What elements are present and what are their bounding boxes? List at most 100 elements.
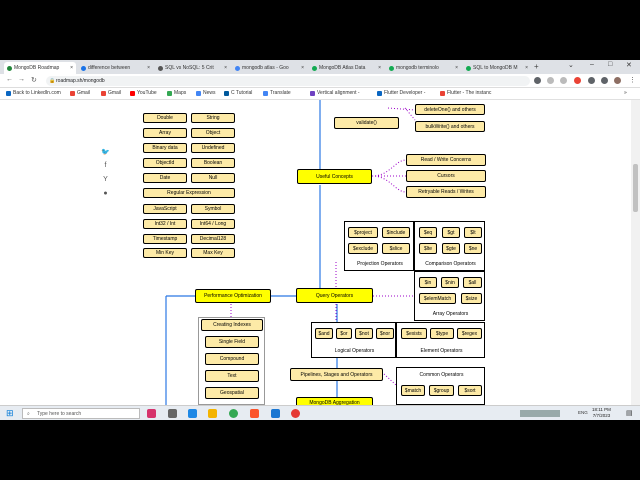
clock[interactable]: 18:11 PM 7/7/2023	[592, 407, 611, 419]
tab-mongodb-roadmap[interactable]: MongoDB Roadmap ×	[4, 62, 76, 74]
tab-mongodb-atlas-data[interactable]: MongoDB Atlas Data ×	[309, 62, 384, 74]
datatype-min-key[interactable]: Min Key	[143, 248, 187, 258]
bookmark-flutter-developer[interactable]: Flutter Developer -	[377, 90, 425, 96]
tab-mongodb-terminology[interactable]: mongodb terminolo ×	[386, 62, 461, 74]
node-creating-indexes[interactable]: Creating Indexes	[201, 319, 263, 331]
recorder-icon[interactable]	[291, 409, 300, 418]
op-lte[interactable]: $lte	[419, 243, 437, 254]
datatype-timestamp[interactable]: Timestamp	[143, 234, 187, 244]
extensions-puzzle-icon[interactable]	[588, 77, 595, 84]
datatype-object[interactable]: Object	[191, 128, 235, 138]
tab-difference-between[interactable]: difference between ×	[78, 62, 153, 74]
bookmark-youtube[interactable]: YouTube	[130, 90, 157, 96]
close-icon[interactable]: ×	[523, 65, 528, 71]
url-field[interactable]: 🔒 roadmap.sh/mongodb	[46, 76, 530, 86]
op-gte[interactable]: $gte	[442, 243, 460, 254]
facebook-icon[interactable]: f	[101, 161, 110, 170]
op-sort[interactable]: $sort	[458, 385, 482, 396]
chrome-icon[interactable]	[229, 409, 238, 418]
node-useful-concepts[interactable]: Useful Concepts	[297, 169, 372, 184]
datatype-boolean[interactable]: Boolean	[191, 158, 235, 168]
tab-sql-vs-nosql[interactable]: SQL vs NoSQL: 5 Crit ×	[155, 62, 230, 74]
node-deleteone[interactable]: deleteOne() and others	[415, 104, 485, 115]
bookmark-maps[interactable]: Maps	[167, 90, 186, 96]
bookmark-gmail-2[interactable]: Gmail	[101, 90, 121, 96]
datatype-array[interactable]: Array	[143, 128, 187, 138]
brave-icon[interactable]	[250, 409, 259, 418]
twitter-icon[interactable]: 🐦	[101, 147, 110, 156]
hackernews-icon[interactable]: Y	[101, 175, 110, 184]
datatype-binary-data[interactable]: Binary data	[143, 143, 187, 153]
datatype-javascript[interactable]: JavaScript	[143, 204, 187, 214]
reload-icon[interactable]: ↻	[31, 76, 37, 84]
language-indicator[interactable]: ENG	[578, 410, 588, 415]
op-size[interactable]: $size	[461, 293, 482, 304]
datatype-regular-expression[interactable]: Regular Expression	[143, 188, 235, 198]
bookmark-linkedin[interactable]: Back to LinkedIn.com	[6, 90, 61, 96]
edge-icon[interactable]	[188, 409, 197, 418]
datatype-decimal128[interactable]: Decimal128	[191, 234, 235, 244]
datatype-null[interactable]: Null	[191, 173, 235, 183]
window-close-icon[interactable]: ✕	[626, 61, 632, 69]
op-lt[interactable]: $lt	[464, 227, 482, 238]
tab-mongodb-atlas-google[interactable]: mongodb atlas - Goo ×	[232, 62, 307, 74]
more-bookmarks-button[interactable]: »	[624, 90, 627, 96]
op-ne[interactable]: $ne	[464, 243, 482, 254]
op-not[interactable]: $not	[355, 328, 373, 339]
windows-start-icon[interactable]: ⊞	[6, 408, 14, 419]
node-text[interactable]: Text	[205, 370, 259, 382]
datatype-int64[interactable]: Int64 / Long	[191, 219, 235, 229]
menu-icon[interactable]: ⋮	[629, 76, 636, 84]
close-icon[interactable]: ×	[299, 65, 304, 71]
file-explorer-icon[interactable]	[208, 409, 217, 418]
node-pipelines-stages[interactable]: Pipelines, Stages and Operators	[290, 368, 383, 381]
op-nor[interactable]: $nor	[376, 328, 394, 339]
datatype-max-key[interactable]: Max Key	[191, 248, 235, 258]
op-match[interactable]: $match	[401, 385, 425, 396]
node-query-operators[interactable]: Query Operators	[296, 288, 373, 303]
bookmark-vertical-alignment[interactable]: Vertical alignment -	[310, 90, 360, 96]
maximize-icon[interactable]: □	[608, 61, 612, 68]
bookmark-translate[interactable]: Translate	[263, 90, 291, 96]
datatype-int32[interactable]: Int32 / Int	[143, 219, 187, 229]
tab-sql-to-mongodb[interactable]: SQL to MongoDB M ×	[463, 62, 531, 74]
vscode-icon[interactable]	[271, 409, 280, 418]
minimize-icon[interactable]: –	[590, 61, 594, 68]
node-validate[interactable]: validate()	[334, 117, 399, 129]
tab-search-icon[interactable]: ⌄	[568, 61, 574, 69]
op-regex[interactable]: $regex	[457, 328, 482, 339]
google-lens-icon[interactable]	[534, 77, 541, 84]
node-mongodb-aggregation[interactable]: MongoDB Aggregation	[296, 397, 373, 405]
scrollbar[interactable]	[631, 100, 640, 405]
op-project[interactable]: $project	[348, 227, 378, 238]
task-view-icon[interactable]	[168, 409, 177, 418]
op-in[interactable]: $in	[419, 277, 437, 288]
op-all[interactable]: $all	[463, 277, 482, 288]
extension-icon[interactable]	[574, 77, 581, 84]
op-slice[interactable]: $slice	[382, 243, 410, 254]
op-group[interactable]: $group	[429, 385, 454, 396]
close-icon[interactable]: ×	[376, 65, 381, 71]
node-read-write-concerns[interactable]: Read / Write Concerns	[406, 154, 486, 166]
node-performance-optimization[interactable]: Performance Optimization	[195, 289, 271, 303]
datatype-string[interactable]: String	[191, 113, 235, 123]
node-bulkwrite[interactable]: bulkWrite() and others	[415, 121, 485, 132]
scrollbar-thumb[interactable]	[633, 164, 638, 212]
share-icon[interactable]	[547, 77, 554, 84]
node-cursors[interactable]: Cursors	[406, 170, 486, 182]
taskbar-search-input[interactable]: ⌕ Type here to search	[22, 408, 140, 419]
avatar[interactable]	[614, 77, 621, 84]
notification-icon[interactable]: ▤	[626, 409, 633, 417]
system-tray-icons[interactable]	[520, 410, 560, 417]
op-eq[interactable]: $eq	[419, 227, 437, 238]
node-retryable[interactable]: Retryable Reads / Writes	[406, 186, 486, 198]
datatype-double[interactable]: Double	[143, 113, 187, 123]
op-exclude[interactable]: $exclude	[348, 243, 378, 254]
bookmark-gmail[interactable]: Gmail	[70, 90, 90, 96]
datatype-date[interactable]: Date	[143, 173, 187, 183]
datatype-undefined[interactable]: Undefined	[191, 143, 235, 153]
bookmark-c-tutorial[interactable]: C Tutorial	[224, 90, 252, 96]
back-icon[interactable]: ←	[6, 76, 13, 83]
datatype-symbol[interactable]: Symbol	[191, 204, 235, 214]
close-icon[interactable]: ×	[145, 65, 150, 71]
